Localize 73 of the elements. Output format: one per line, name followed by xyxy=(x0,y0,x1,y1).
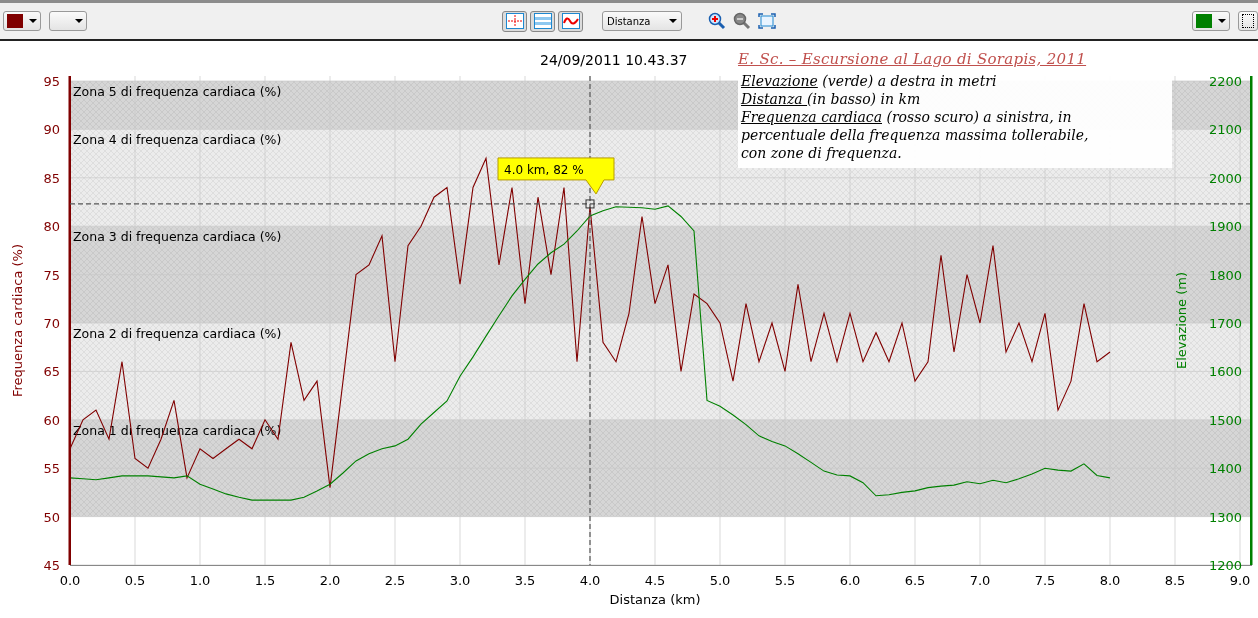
dotted-square-icon xyxy=(1242,14,1254,28)
crosshair-toggle[interactable] xyxy=(502,10,527,32)
y-tick-label: 50 xyxy=(43,509,60,525)
x-tick-label: 6.0 xyxy=(839,573,861,588)
y-tick-label: 1400 xyxy=(1208,461,1242,477)
color-dropdown[interactable] xyxy=(3,11,41,31)
chart-title: E. Sc. – Escursione al Lago di Sorapis, 2011 xyxy=(738,50,1088,68)
y-tick-label: 75 xyxy=(43,267,60,283)
x-tick-label: 0.5 xyxy=(124,573,146,588)
cursor-marker xyxy=(585,199,595,209)
y-tick-label: 60 xyxy=(43,412,60,428)
y-tick-label: 2000 xyxy=(1208,170,1242,186)
x-tick-label: 0.0 xyxy=(59,573,81,588)
y-tick-label: 80 xyxy=(43,219,60,235)
y-axis-title: Frequenza cardiaca (%) xyxy=(10,244,25,397)
x-tick-label: 6.5 xyxy=(904,573,926,588)
x-tick-label: 2.5 xyxy=(384,573,406,588)
caret-icon xyxy=(29,19,37,23)
caret-icon xyxy=(1218,19,1226,23)
timestamp: 24/09/2011 10.43.37 xyxy=(540,52,688,68)
value-tooltip: 4.0 km, 82 % xyxy=(497,157,615,195)
y-tick-label: 1700 xyxy=(1208,316,1242,331)
caret-icon xyxy=(669,19,677,23)
y-axis-title: Elevazione (m) xyxy=(1174,271,1189,370)
x-tick-label: 7.5 xyxy=(1034,573,1056,588)
y-tick-label: 1200 xyxy=(1208,558,1242,573)
legend-text: Distanza (in basso) in km xyxy=(740,90,922,108)
x-tick-label: 9.0 xyxy=(1229,573,1251,588)
y-tick-label: 55 xyxy=(43,461,60,477)
y-tick-label: 2200 xyxy=(1208,74,1242,89)
zone-label: Zona 2 di frequenza cardiaca (%) xyxy=(73,326,282,341)
y-tick-label: 85 xyxy=(43,170,60,186)
x-tick-label: 3.0 xyxy=(449,573,471,588)
fit-button[interactable] xyxy=(757,11,777,31)
x-tick-label: 2.0 xyxy=(319,573,341,588)
legend-text: Elevazione (verde) a destra in metri xyxy=(740,72,998,90)
x-tick-label: 5.0 xyxy=(709,573,731,588)
border-dropdown[interactable] xyxy=(1238,11,1258,31)
y-tick-label: 1600 xyxy=(1208,364,1242,380)
y-tick-label: 90 xyxy=(43,122,60,138)
annotation: 4.0 km, 82 % xyxy=(504,162,584,177)
y-tick-label: 1300 xyxy=(1208,509,1242,525)
x-tick-label: 7.0 xyxy=(969,573,991,588)
y-tick-label: 70 xyxy=(43,316,60,331)
legend-text: con zone di frequenza. xyxy=(740,144,903,162)
caret-icon xyxy=(75,19,83,23)
x-tick-label: 1.0 xyxy=(189,573,211,588)
legend-text: Frequenza cardiaca (rosso scuro) a sinistra, in xyxy=(740,108,1073,126)
x-tick-label: 5.5 xyxy=(774,573,796,588)
x-tick-label: 3.5 xyxy=(514,573,536,588)
y-tick-label: 1800 xyxy=(1208,267,1242,283)
zone-label: Zona 5 di frequenza cardiaca (%) xyxy=(73,84,282,99)
wave-toggle[interactable] xyxy=(558,10,583,32)
color-dropdown[interactable] xyxy=(1192,11,1230,31)
zoom-in-button[interactable] xyxy=(707,11,727,31)
zone-label: Zona 3 di frequenza cardiaca (%) xyxy=(73,229,282,245)
y-tick-label: 2100 xyxy=(1208,122,1242,138)
x-tick-label: 8.0 xyxy=(1099,573,1121,588)
x-axis-title: Distanza (km) xyxy=(609,592,701,607)
x-tick-label: 4.5 xyxy=(644,573,666,588)
zone-label: Zona 4 di frequenza cardiaca (%) xyxy=(73,132,282,148)
x-tick-label: 1.5 xyxy=(254,573,276,588)
bands-toggle[interactable] xyxy=(530,10,555,32)
x-tick-label: 4.0 xyxy=(579,573,601,588)
y-tick-label: 1900 xyxy=(1208,219,1242,235)
y-tick-label: 45 xyxy=(43,558,60,573)
y-tick-label: 95 xyxy=(43,74,60,89)
x-tick-label: 8.5 xyxy=(1164,573,1186,588)
y-tick-label: 1500 xyxy=(1208,412,1242,428)
legend-text: percentuale della frequenza massima tollerabile, xyxy=(740,126,1090,144)
color-dropdown[interactable] xyxy=(49,11,87,31)
y-tick-label: 65 xyxy=(43,364,60,380)
axis-dropdown[interactable]: Distanza xyxy=(602,11,682,31)
